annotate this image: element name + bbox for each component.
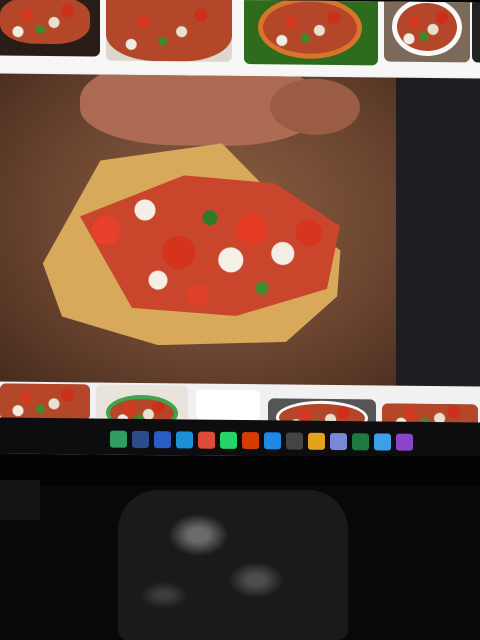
mail-icon[interactable] — [176, 430, 193, 449]
preview-side-panel — [396, 77, 480, 395]
salsa-photo — [392, 0, 462, 57]
salsa-photo — [0, 383, 90, 421]
store-icon[interactable] — [110, 430, 127, 448]
salsa-photo — [106, 0, 232, 62]
monitor-bezel — [0, 456, 480, 486]
salsa-thumbnail-4[interactable] — [384, 0, 470, 63]
hand-photo-region — [270, 78, 360, 136]
salsa-thumbnail-7[interactable] — [196, 389, 260, 421]
whatsapp-icon[interactable] — [220, 431, 237, 449]
main-preview-image[interactable] — [0, 73, 396, 394]
salsa-photo — [106, 394, 178, 422]
salsa-photo — [258, 0, 362, 60]
image-results-top-strip — [0, 0, 480, 77]
chrome-icon[interactable] — [198, 431, 215, 449]
salsa-photo — [0, 0, 90, 45]
salsa-thumbnail-1[interactable] — [0, 0, 100, 57]
photos-icon[interactable] — [242, 431, 259, 449]
monitor-screen — [0, 0, 480, 459]
word-icon[interactable] — [154, 430, 171, 448]
salsa-thumbnail-3[interactable] — [244, 0, 378, 66]
app-icon[interactable] — [286, 431, 303, 450]
salsa-thumbnail-2[interactable] — [106, 0, 232, 62]
settings-icon[interactable] — [264, 431, 281, 449]
taskbar — [0, 417, 480, 459]
salsa-thumbnail-5[interactable] — [0, 383, 90, 421]
wifi-icon[interactable] — [374, 432, 391, 451]
folder-icon[interactable] — [308, 432, 325, 450]
salsa-thumbnail-6[interactable] — [96, 384, 188, 422]
thumbnail-partial[interactable] — [472, 0, 480, 63]
teams-icon[interactable] — [330, 432, 347, 450]
plastic-bag — [118, 490, 348, 640]
media-icon[interactable] — [396, 433, 413, 451]
desk-object — [0, 480, 40, 520]
excel-icon[interactable] — [352, 432, 369, 450]
file-icon[interactable] — [132, 430, 149, 448]
